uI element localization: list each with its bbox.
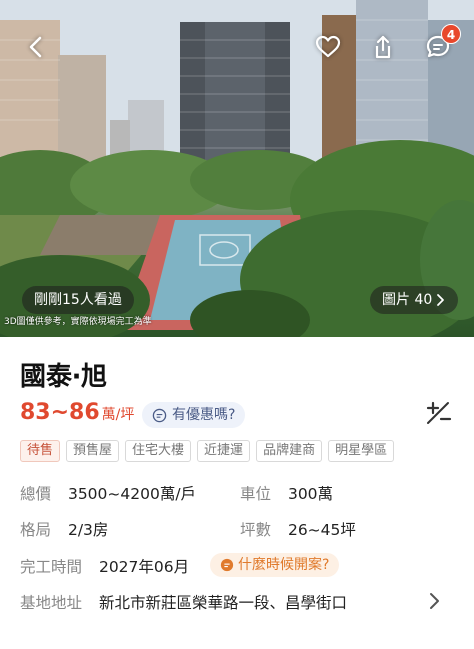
listing-title: 國泰‧旭 [20, 362, 108, 392]
tag-item: 預售屋 [66, 440, 120, 462]
area-value: 26~45坪 [287, 521, 356, 539]
ask-opening-button[interactable]: 什麼時候開案? [210, 553, 340, 577]
area-label: 坪數 [240, 521, 272, 539]
ask-deal-button[interactable]: 有優惠嗎? [142, 402, 246, 428]
layout-row: 格局 2/3房 [20, 518, 108, 540]
ask-deal-label: 有優惠嗎? [172, 407, 236, 423]
layout-value: 2/3房 [67, 521, 109, 539]
tag-item: 品牌建商 [256, 440, 323, 462]
heart-icon [315, 35, 341, 58]
tag-status: 待售 [20, 440, 61, 462]
price-range: 83~86 [20, 400, 100, 425]
price-unit: 萬/坪 [101, 407, 135, 423]
image-disclaimer: 3D圖僅供參考，實際依現場完工為準 [4, 317, 152, 327]
tag-item: 住宅大樓 [125, 440, 192, 462]
recent-viewers-label: 剛剛15人看過 [22, 286, 134, 314]
total-price-label: 總價 [20, 485, 52, 503]
chevron-right-icon [437, 294, 445, 306]
share-button[interactable] [368, 32, 398, 62]
comment-icon [220, 558, 234, 572]
area-row: 坪數 26~45坪 [240, 518, 356, 540]
photo-count-label: 圖片 40 [382, 292, 433, 308]
share-icon [375, 35, 391, 59]
back-button[interactable] [20, 32, 50, 62]
layout-label: 格局 [20, 521, 52, 539]
tag-list: 待售 預售屋 住宅大樓 近捷運 品牌建商 明星學區 [20, 440, 395, 462]
comment-icon [152, 408, 167, 422]
message-count-badge: 4 [441, 24, 461, 44]
parking-label: 車位 [240, 485, 272, 503]
address-label: 基地地址 [20, 594, 83, 612]
address-value: 新北市新莊區榮華路一段、昌學街口 [98, 594, 347, 612]
photo-count-button[interactable]: 圖片 40 [370, 286, 459, 314]
total-price-value: 3500~4200萬/戶 [67, 485, 197, 503]
ask-opening-label: 什麼時候開案? [238, 557, 330, 573]
back-icon [29, 36, 42, 58]
parking-row: 車位 300萬 [240, 482, 333, 504]
total-price-row: 總價 3500~4200萬/戶 [20, 482, 196, 504]
favorite-button[interactable] [313, 32, 343, 62]
completion-row: 完工時間 2027年06月 [20, 555, 189, 577]
price-block: 83~86 萬/坪 [20, 400, 134, 425]
chat-button[interactable]: 4 [423, 24, 461, 62]
compare-icon[interactable] [424, 400, 454, 426]
completion-label: 完工時間 [20, 558, 83, 576]
chevron-right-icon[interactable] [420, 588, 450, 614]
address-row[interactable]: 基地地址 新北市新莊區榮華路一段、昌學街口 [20, 591, 460, 613]
tag-item: 明星學區 [328, 440, 395, 462]
completion-value: 2027年06月 [98, 558, 190, 576]
hero-image[interactable]: 4 剛剛15人看過 圖片 40 3D圖僅供參考，實際依現場完工為準 [0, 0, 474, 337]
tag-item: 近捷運 [197, 440, 251, 462]
parking-value: 300萬 [287, 485, 334, 503]
